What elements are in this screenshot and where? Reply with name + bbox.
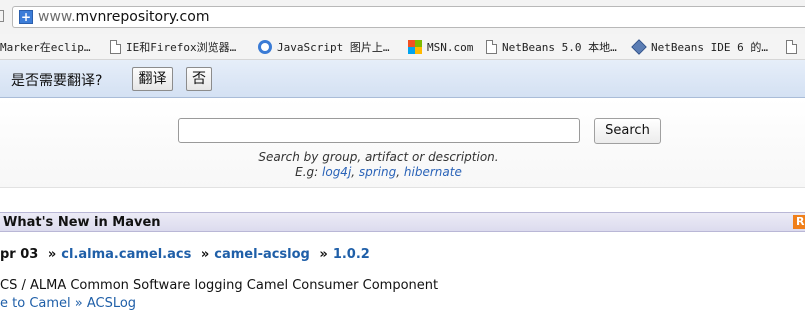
no-translate-button[interactable]: 否 [186, 67, 212, 91]
section-title: What's New in Maven [3, 215, 161, 230]
artifact-description: CS / ALMA Common Software logging Camel … [0, 278, 439, 293]
translate-infobar: 是否需要翻译? 翻译 否 [0, 60, 805, 98]
artifact-breadcrumb: pr 03 » cl.alma.camel.acs » camel-acslog »… [0, 247, 370, 262]
search-button[interactable]: Search [594, 118, 661, 144]
page-icon [110, 40, 121, 54]
search-panel: Search Search by group, artifact or desc… [0, 98, 805, 188]
example-link-spring[interactable]: spring [359, 165, 396, 179]
rss-icon[interactable]: R [793, 215, 805, 229]
bookmark-item[interactable]: NetBeans IDE 6 的… [631, 38, 768, 56]
bookmark-item[interactable]: JavaScript 图片上… [258, 38, 389, 56]
url-field[interactable]: + www.mvnrepository.com [12, 6, 805, 28]
release-date: pr 03 [0, 247, 39, 262]
bookmark-label: JavaScript 图片上… [277, 41, 390, 54]
page-icon [786, 40, 797, 54]
windows-logo-icon [408, 40, 422, 54]
version-link[interactable]: 1.0.2 [333, 247, 370, 262]
bookmark-item[interactable]: Marker在eclip… [0, 38, 90, 56]
search-examples: E.g: log4j, spring, hibernate [295, 165, 462, 179]
url-text[interactable]: www.mvnrepository.com [38, 9, 209, 25]
site-identity-icon[interactable]: + [19, 10, 33, 24]
window-edge-fragment [0, 10, 4, 22]
bookmark-label: NetBeans IDE 6 的… [651, 41, 768, 54]
address-bar: + www.mvnrepository.com [0, 0, 805, 34]
example-link-log4j[interactable]: log4j [322, 165, 351, 179]
breadcrumb-separator: » [47, 247, 57, 262]
bookmark-item[interactable]: IE和Firefox浏览器… [108, 38, 236, 56]
search-input[interactable] [178, 118, 580, 143]
page-icon [486, 40, 497, 54]
bookmark-label: IE和Firefox浏览器… [126, 41, 237, 54]
netbeans-icon [631, 39, 647, 55]
breadcrumb-separator: » [319, 247, 328, 262]
bookmark-overflow-item[interactable] [784, 38, 802, 56]
example-link-hibernate[interactable]: hibernate [404, 165, 462, 179]
group-link[interactable]: cl.alma.camel.acs [61, 247, 191, 262]
bookmark-label: Marker在eclip… [0, 41, 91, 54]
artifact-link[interactable]: camel-acslog [214, 247, 310, 262]
bookmark-label: MSN.com [427, 40, 474, 54]
breadcrumb-separator: » [200, 247, 210, 262]
whats-new-header: What's New in Maven R [0, 212, 805, 232]
bookmark-item[interactable]: NetBeans 5.0 本地… [484, 38, 617, 56]
search-hint: Search by group, artifact or description… [258, 150, 499, 164]
bookmark-label: NetBeans 5.0 本地… [502, 41, 617, 54]
translate-button[interactable]: 翻译 [132, 67, 173, 91]
bookmark-item[interactable]: MSN.com [408, 38, 473, 56]
translate-prompt: 是否需要翻译? [11, 73, 103, 89]
bookmarks-toolbar: Marker在eclip… IE和Firefox浏览器… JavaScript … [0, 34, 805, 60]
javascript-icon [258, 40, 272, 54]
